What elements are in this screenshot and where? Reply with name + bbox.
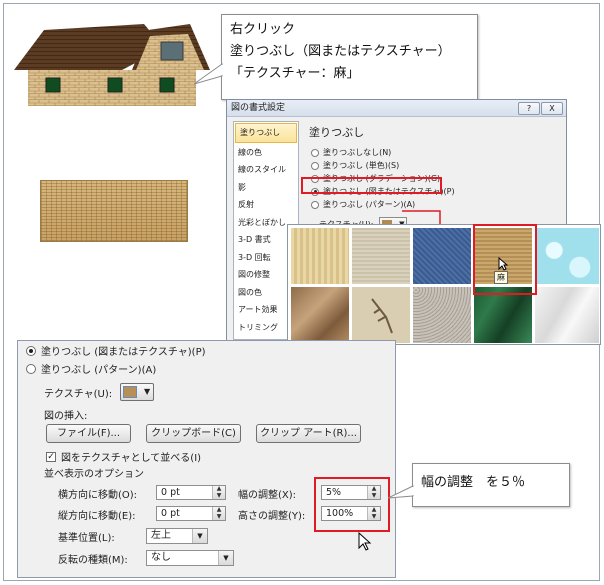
texture-label: テクスチャ(U):: [44, 388, 113, 400]
texture-tile-green-marble[interactable]: [474, 287, 532, 343]
radio-picture-fill[interactable]: 塗りつぶし (図またはテクスチャ)(P): [26, 343, 206, 358]
nav-item[interactable]: 線のスタイル: [234, 161, 298, 179]
fill-options-panel: 塗りつぶし (図またはテクスチャ)(P) 塗りつぶし (パターン)(A) テクス…: [17, 340, 396, 578]
callout-text: 幅の調整 を５％: [421, 475, 526, 490]
radio-icon: [311, 148, 319, 157]
radio-pattern-fill[interactable]: 塗りつぶし (パターン)(A): [26, 361, 156, 376]
radio-no-fill[interactable]: 塗りつぶしなし(N): [311, 146, 563, 159]
texture-tile-denim[interactable]: [413, 228, 471, 284]
file-button[interactable]: ファイル(F)...: [46, 424, 131, 443]
callout-tail: [388, 485, 414, 499]
tooltip: 麻: [494, 271, 508, 284]
radio-label: 塗りつぶし (パターン)(A): [41, 365, 157, 376]
callout-tail: [194, 63, 223, 85]
alignment-select[interactable]: 左上 ▼: [146, 528, 208, 544]
dialog-titlebar: 図の書式設定 ? X: [227, 100, 566, 117]
alignment-value: 左上: [151, 530, 171, 541]
scale-x-label: 幅の調整(X):: [238, 490, 297, 501]
house-illustration: [14, 24, 210, 106]
radio-solid-fill[interactable]: 塗りつぶし (単色)(S): [311, 159, 563, 172]
checkbox-label: 図をテクスチャとして並べる(I): [61, 453, 202, 464]
window: [107, 77, 123, 93]
clipboard-button[interactable]: クリップボード(C): [146, 424, 241, 443]
pane-title: 塗りつぶし: [309, 126, 365, 139]
close-button[interactable]: X: [541, 102, 563, 115]
callout-line: 塗りつぶし（図またはテクスチャー）: [230, 44, 451, 59]
offset-x-label: 横方向に移動(O):: [58, 490, 138, 501]
mirror-select[interactable]: なし ▼: [146, 550, 234, 566]
offset-x-value: 0 pt: [161, 487, 180, 498]
checkbox-checked-icon: ✓: [46, 451, 56, 462]
clipart-button[interactable]: クリップ アート(R)...: [256, 424, 361, 443]
texture-dropdown[interactable]: ▼: [120, 383, 155, 401]
help-button[interactable]: ?: [518, 102, 540, 115]
highlight-picture-fill: [301, 177, 442, 194]
radio-label: 塗りつぶし (図またはテクスチャ)(P): [41, 347, 206, 358]
highlight-scale-fields: [314, 477, 390, 532]
radio-icon: [26, 363, 36, 374]
alignment-label: 基準位置(L):: [58, 533, 115, 544]
spin-arrows-icon[interactable]: ▲ ▼: [212, 506, 225, 520]
chevron-down-icon: ▼: [218, 551, 233, 565]
radio-icon: [26, 345, 36, 356]
window: [159, 77, 175, 93]
mouse-cursor-icon: [498, 257, 508, 271]
radio-icon: [311, 161, 319, 170]
radio-icon: [311, 200, 319, 209]
texture-tile-white-marble[interactable]: [535, 287, 599, 343]
spin-arrows-icon[interactable]: ▲ ▼: [212, 485, 225, 499]
texture-tile-water[interactable]: [535, 228, 599, 284]
nav-item[interactable]: 影: [234, 179, 298, 197]
offset-y-spinner[interactable]: 0 pt ▲ ▼: [156, 506, 226, 521]
nav-item[interactable]: 反射: [234, 196, 298, 214]
offset-y-label: 縦方向に移動(E):: [58, 511, 136, 522]
offset-x-spinner[interactable]: 0 pt ▲ ▼: [156, 485, 226, 500]
offset-y-value: 0 pt: [161, 508, 180, 519]
nav-item-fill[interactable]: 塗りつぶし: [235, 123, 297, 143]
chevron-down-icon: ▼: [143, 387, 151, 396]
chevron-down-icon: ▼: [192, 529, 207, 543]
mouse-cursor-icon: [358, 532, 372, 551]
mirror-value: なし: [151, 552, 171, 563]
texture-swatch: [40, 180, 188, 242]
nav-item[interactable]: 線の色: [234, 144, 298, 162]
texture-tile-paper-bag[interactable]: [291, 287, 349, 343]
callout-line: 「テクスチャー：麻」: [230, 66, 360, 81]
texture-row: テクスチャ(U): ▼: [44, 383, 155, 401]
instruction-callout: 右クリック 塗りつぶし（図またはテクスチャー） 「テクスチャー：麻」: [221, 14, 478, 100]
insert-label: 図の挿入:: [44, 411, 88, 422]
texture-tile-canvas[interactable]: [352, 228, 410, 284]
dialog-title: 図の書式設定: [231, 103, 286, 113]
scale-callout: 幅の調整 を５％: [412, 463, 570, 507]
texture-thumb-icon: [123, 386, 138, 398]
radio-label: 塗りつぶしなし(N): [323, 148, 392, 157]
tile-checkbox-row[interactable]: ✓ 図をテクスチャとして並べる(I): [46, 449, 201, 464]
fossil-fish-icon: [371, 298, 393, 334]
window: [45, 77, 61, 93]
texture-tile-papyrus[interactable]: [291, 228, 349, 284]
mirror-label: 反転の種類(M):: [58, 555, 128, 566]
gable-window: [160, 41, 184, 61]
texture-tile-sand[interactable]: [413, 287, 471, 343]
scale-y-label: 高さの調整(Y):: [238, 511, 306, 522]
radio-label: 塗りつぶし (単色)(S): [323, 161, 400, 170]
texture-gallery: [287, 224, 601, 345]
tile-options-label: 並べ表示のオプション: [44, 469, 144, 480]
texture-tile-fossil[interactable]: [352, 287, 410, 343]
callout-line: 右クリック: [230, 22, 296, 37]
